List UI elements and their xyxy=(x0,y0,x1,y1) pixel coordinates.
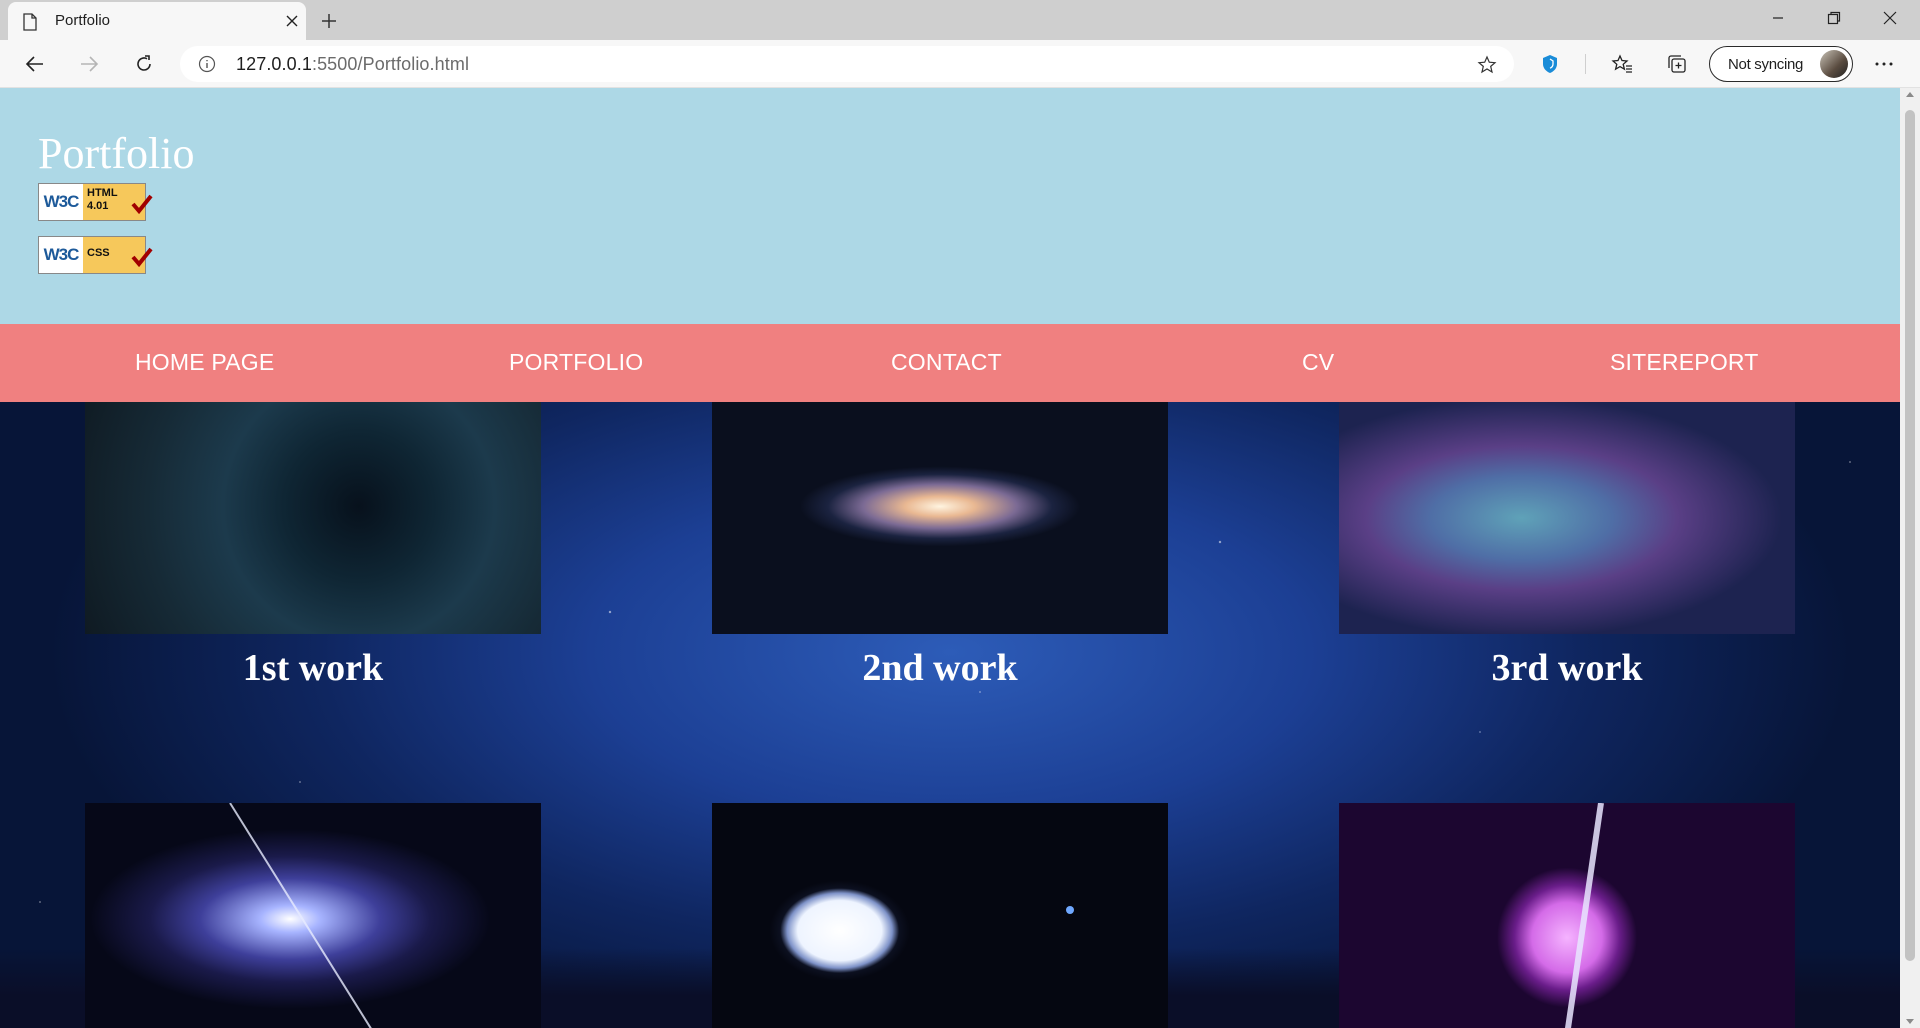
reload-icon xyxy=(137,55,151,71)
close-icon xyxy=(286,15,298,27)
site-navbar: HOME PAGE PORTFOLIO CONTACT CV SITEREPOR… xyxy=(0,324,1900,402)
nav-home-page[interactable]: HOME PAGE xyxy=(135,349,274,376)
settings-more-button[interactable] xyxy=(1868,48,1900,80)
work-image-3[interactable] xyxy=(1339,402,1795,634)
arrow-right-icon xyxy=(81,56,99,72)
work-card[interactable] xyxy=(712,803,1168,1028)
pulsar-jet xyxy=(1564,803,1604,1028)
shield-icon xyxy=(1543,55,1557,73)
work-image-1[interactable] xyxy=(85,402,541,634)
w3c-css-badge[interactable]: W3C CSS xyxy=(38,236,153,274)
close-window-button[interactable] xyxy=(1862,0,1918,36)
sync-status-label: Not syncing xyxy=(1728,56,1804,73)
work-card[interactable]: 2nd work xyxy=(712,402,1168,690)
scroll-up-arrow[interactable] xyxy=(1906,92,1914,97)
blue-star xyxy=(1066,906,1074,914)
add-favorite-button[interactable] xyxy=(1474,52,1500,78)
nav-contact[interactable]: CONTACT xyxy=(891,349,1002,376)
browser-toolbar: 127.0.0.1:5500/Portfolio.html Not syncin… xyxy=(0,40,1920,88)
w3c-logo: W3C xyxy=(39,237,83,273)
restore-button[interactable] xyxy=(1806,0,1862,36)
scroll-thumb[interactable] xyxy=(1905,110,1915,961)
work-card[interactable]: 3rd work xyxy=(1339,402,1795,690)
site-title: Portfolio xyxy=(38,129,195,178)
url-text: 127.0.0.1:5500/Portfolio.html xyxy=(236,54,469,75)
portfolio-gallery: 1st work 2nd work 3rd work xyxy=(0,402,1900,1028)
work-card[interactable] xyxy=(1339,803,1795,1028)
collections-icon xyxy=(1668,55,1686,73)
work-image-2[interactable] xyxy=(712,402,1168,634)
nav-portfolio[interactable]: PORTFOLIO xyxy=(509,349,643,376)
close-icon xyxy=(1883,11,1897,25)
restore-icon xyxy=(1827,11,1841,25)
url-host: 127.0.0.1 xyxy=(236,54,312,74)
minimize-icon xyxy=(1773,17,1783,19)
work-card[interactable] xyxy=(85,803,541,1028)
browser-tab[interactable]: Portfolio xyxy=(8,2,306,40)
address-bar[interactable]: 127.0.0.1:5500/Portfolio.html xyxy=(180,46,1514,82)
work-caption: 1st work xyxy=(242,647,384,689)
tab-title: Portfolio xyxy=(55,12,111,29)
w3c-html-badge[interactable]: W3C HTML 4.01 xyxy=(38,183,153,221)
more-icon xyxy=(1875,62,1893,66)
back-button[interactable] xyxy=(17,46,53,82)
checkmark-icon xyxy=(131,247,153,267)
site-header: Portfolio W3C HTML 4.01 W3C CSS xyxy=(0,88,1900,324)
w3c-logo: W3C xyxy=(39,184,83,220)
browser-titlebar: Portfolio xyxy=(0,0,1920,40)
tracking-prevention-button[interactable] xyxy=(1534,48,1566,80)
plus-icon xyxy=(322,14,336,28)
work-image-4[interactable] xyxy=(85,803,541,1028)
toolbar-divider xyxy=(1585,54,1586,74)
collections-button[interactable] xyxy=(1661,48,1693,80)
work-caption: 2nd work xyxy=(862,647,1018,689)
favorites-icon xyxy=(1611,54,1632,73)
page-viewport: Portfolio W3C HTML 4.01 W3C CSS HOME PAG… xyxy=(0,88,1900,1028)
url-path: :5500/Portfolio.html xyxy=(311,54,470,74)
info-icon[interactable] xyxy=(198,55,216,73)
forward-button[interactable] xyxy=(71,46,107,82)
scroll-down-arrow[interactable] xyxy=(1906,1019,1914,1024)
page-icon xyxy=(23,13,37,31)
vertical-scrollbar[interactable] xyxy=(1900,88,1920,1028)
reload-button[interactable] xyxy=(126,46,162,82)
minimize-button[interactable] xyxy=(1750,0,1806,36)
checkmark-icon xyxy=(131,194,153,214)
work-caption: 3rd work xyxy=(1491,647,1643,689)
work-image-5[interactable] xyxy=(712,803,1168,1028)
favorites-button[interactable] xyxy=(1606,48,1638,80)
profile-sync-button[interactable]: Not syncing xyxy=(1709,46,1853,82)
light-beam xyxy=(229,803,372,1028)
nav-cv[interactable]: CV xyxy=(1302,349,1334,376)
new-tab-button[interactable] xyxy=(314,6,344,36)
close-tab-button[interactable] xyxy=(279,8,305,34)
star-icon xyxy=(1477,55,1497,74)
avatar xyxy=(1820,50,1848,78)
nav-sitereport[interactable]: SITEREPORT xyxy=(1610,349,1759,376)
work-card[interactable]: 1st work xyxy=(85,402,541,690)
work-image-6[interactable] xyxy=(1339,803,1795,1028)
arrow-left-icon xyxy=(25,56,43,72)
